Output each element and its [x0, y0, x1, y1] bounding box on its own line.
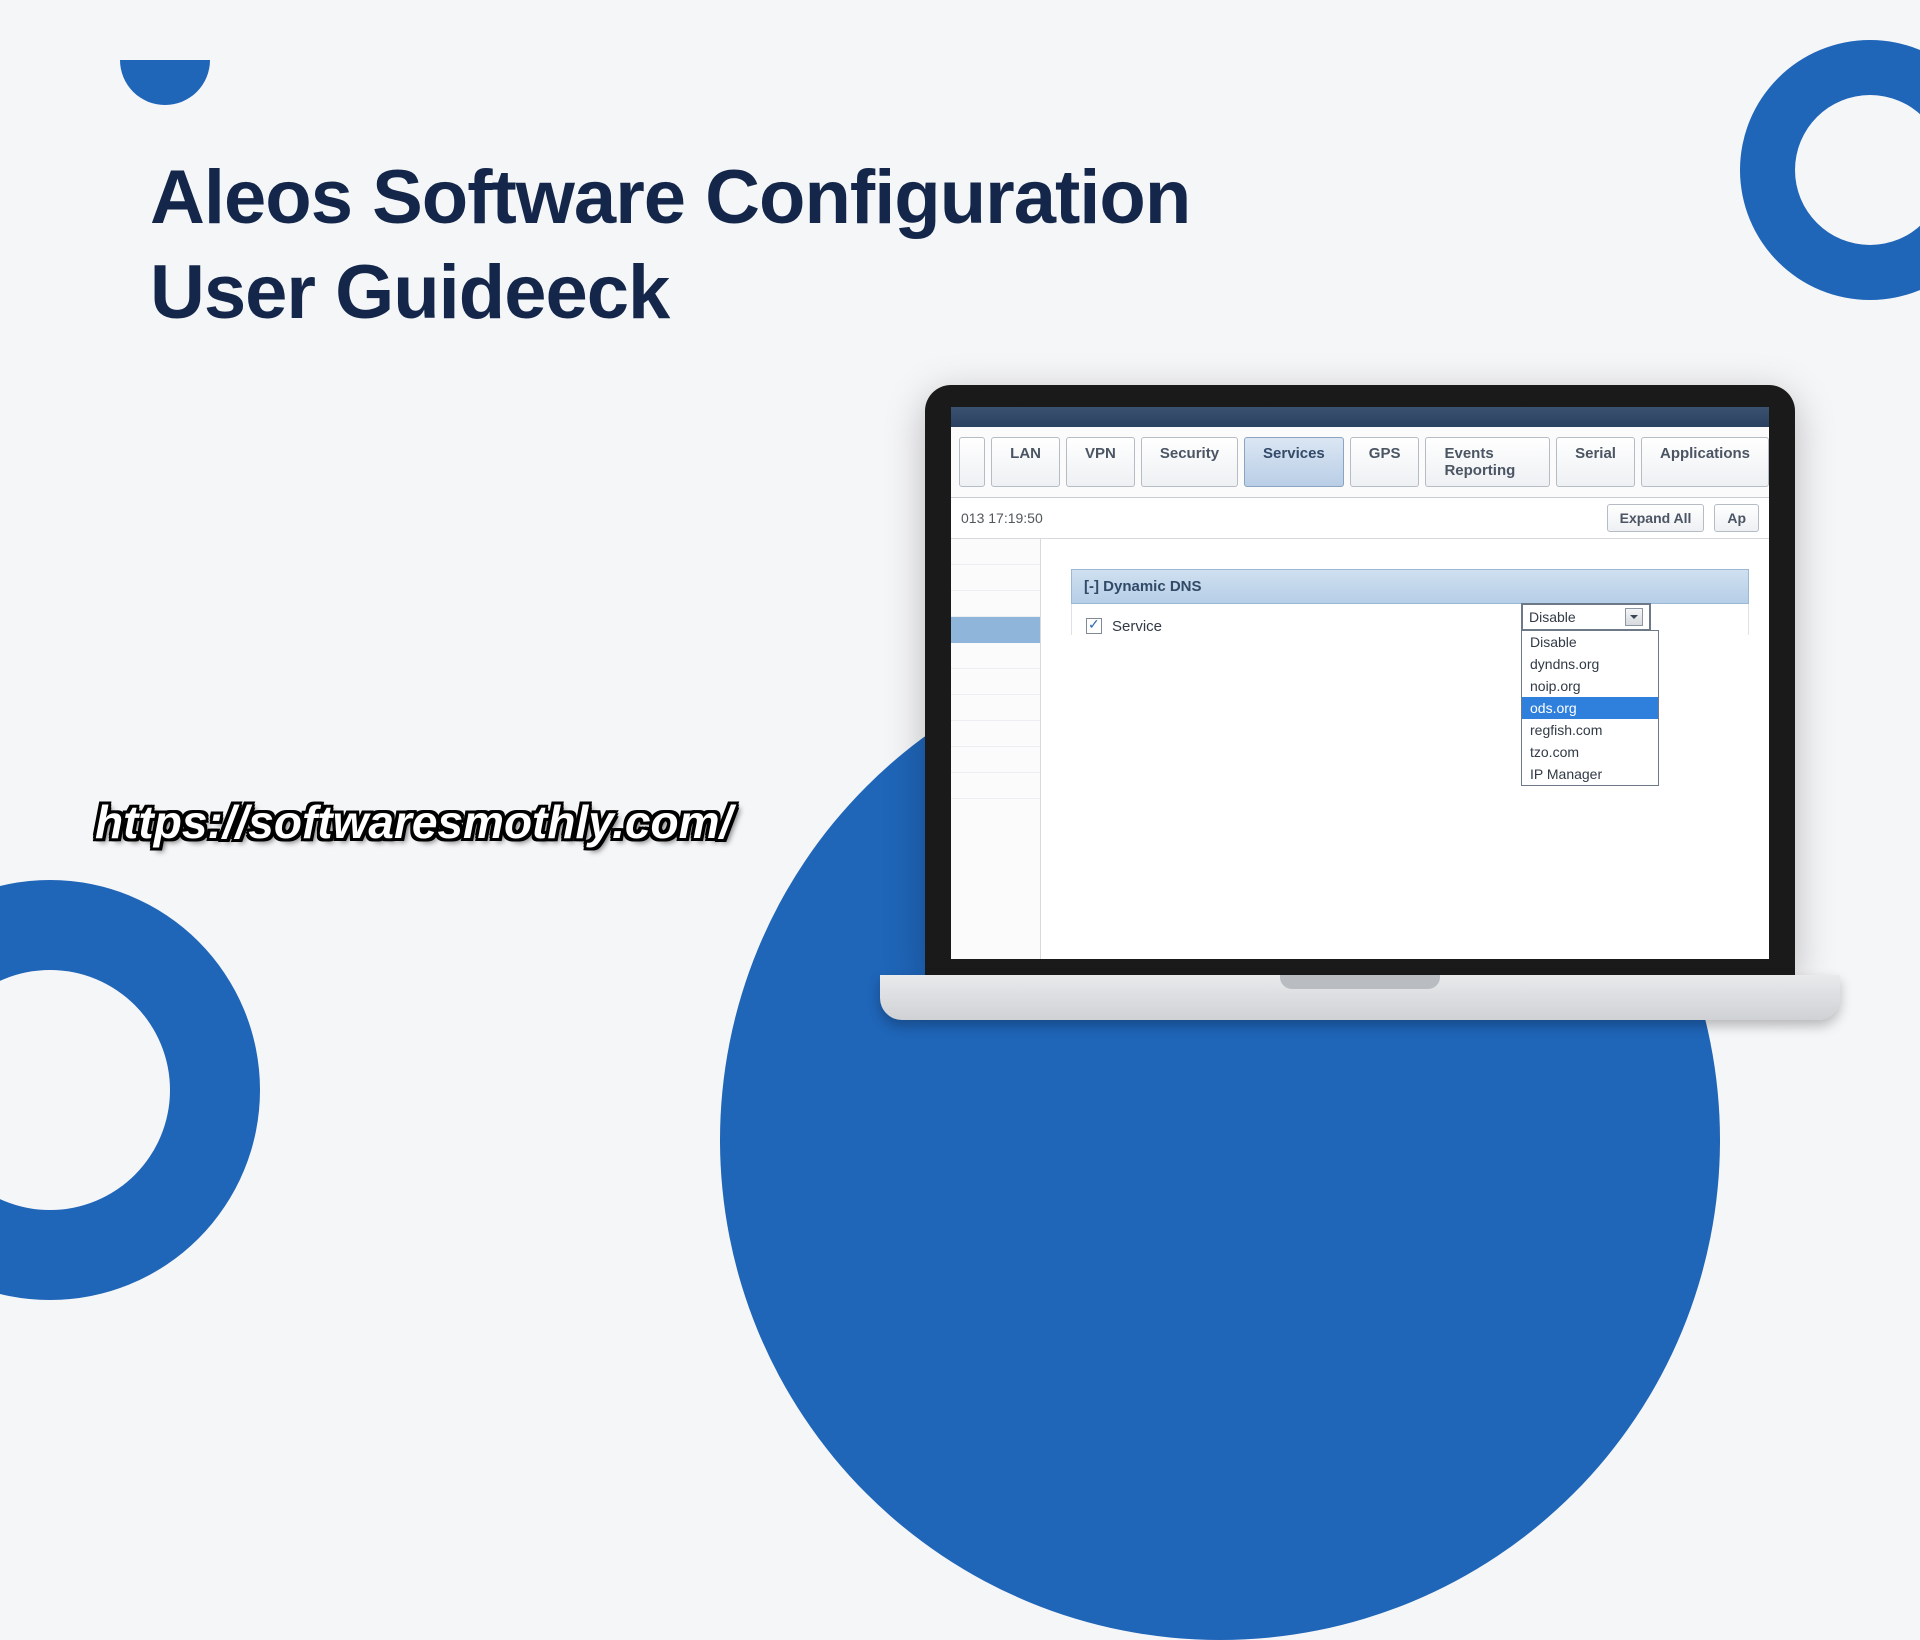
sidebar-row[interactable] — [951, 539, 1040, 565]
chevron-down-icon[interactable] — [1625, 608, 1643, 626]
toolbar-row: 013 17:19:50 Expand All Ap — [951, 498, 1769, 539]
sidebar-row[interactable] — [951, 565, 1040, 591]
service-label: Service — [1112, 618, 1162, 635]
tab-lan[interactable]: LAN — [991, 437, 1060, 487]
laptop-screen-frame: LAN VPN Security Services GPS Events Rep… — [925, 385, 1795, 975]
laptop-mockup: LAN VPN Security Services GPS Events Rep… — [925, 385, 1840, 1020]
laptop-base — [880, 975, 1840, 1020]
title-line-1: Aleos Software Configuration — [150, 155, 1190, 240]
expand-all-button[interactable]: Expand All — [1607, 504, 1705, 532]
tab-security[interactable]: Security — [1141, 437, 1238, 487]
watermark-url: https://softwaresmothly.com/ — [95, 795, 732, 849]
sidebar-row-selected[interactable] — [951, 617, 1040, 643]
tab-left-truncated[interactable] — [959, 437, 985, 487]
dropdown-list: Disable dyndns.org noip.org ods.org regf… — [1521, 630, 1659, 786]
tab-gps[interactable]: GPS — [1350, 437, 1420, 487]
dropdown-option[interactable]: dyndns.org — [1522, 653, 1658, 675]
decoration-top-left — [120, 60, 210, 105]
tab-services[interactable]: Services — [1244, 437, 1344, 487]
dropdown-option[interactable]: IP Manager — [1522, 763, 1658, 785]
dropdown-option[interactable]: regfish.com — [1522, 719, 1658, 741]
sidebar-row[interactable] — [951, 669, 1040, 695]
dropdown-selected-text: Disable — [1529, 609, 1576, 625]
dropdown-option[interactable]: Disable — [1522, 631, 1658, 653]
sidebar-row[interactable] — [951, 695, 1040, 721]
decoration-top-right — [1740, 40, 1920, 300]
sidebar-row[interactable] — [951, 721, 1040, 747]
sidebar-row[interactable] — [951, 591, 1040, 617]
title-line-2: User Guideeck — [150, 250, 669, 335]
service-dropdown[interactable]: Disable Disable dyndns.org noip.org ods.… — [1521, 603, 1659, 786]
dropdown-option[interactable]: tzo.com — [1522, 741, 1658, 763]
sidebar-row[interactable] — [951, 643, 1040, 669]
window-title-bar — [951, 407, 1769, 427]
app-screen: LAN VPN Security Services GPS Events Rep… — [951, 407, 1769, 959]
dropdown-option[interactable]: noip.org — [1522, 675, 1658, 697]
tab-applications[interactable]: Applications — [1641, 437, 1769, 487]
dropdown-option-highlighted[interactable]: ods.org — [1522, 697, 1658, 719]
service-checkbox[interactable] — [1086, 618, 1102, 634]
section-header-dynamic-dns[interactable]: [-] Dynamic DNS — [1071, 569, 1749, 604]
tab-bar: LAN VPN Security Services GPS Events Rep… — [951, 427, 1769, 498]
page-title: Aleos Software Configuration User Guidee… — [150, 150, 1190, 340]
toolbar-buttons: Expand All Ap — [1601, 504, 1759, 532]
apply-button[interactable]: Ap — [1714, 504, 1759, 532]
panel: [-] Dynamic DNS Service — [1041, 539, 1769, 959]
timestamp: 013 17:19:50 — [961, 510, 1043, 526]
sidebar-row[interactable] — [951, 773, 1040, 799]
sidebar — [951, 539, 1041, 959]
dropdown-selected[interactable]: Disable — [1521, 603, 1651, 631]
decoration-bottom-left — [0, 880, 260, 1300]
sidebar-row[interactable] — [951, 747, 1040, 773]
tab-vpn[interactable]: VPN — [1066, 437, 1135, 487]
tab-serial[interactable]: Serial — [1556, 437, 1635, 487]
tab-events-reporting[interactable]: Events Reporting — [1425, 437, 1550, 487]
